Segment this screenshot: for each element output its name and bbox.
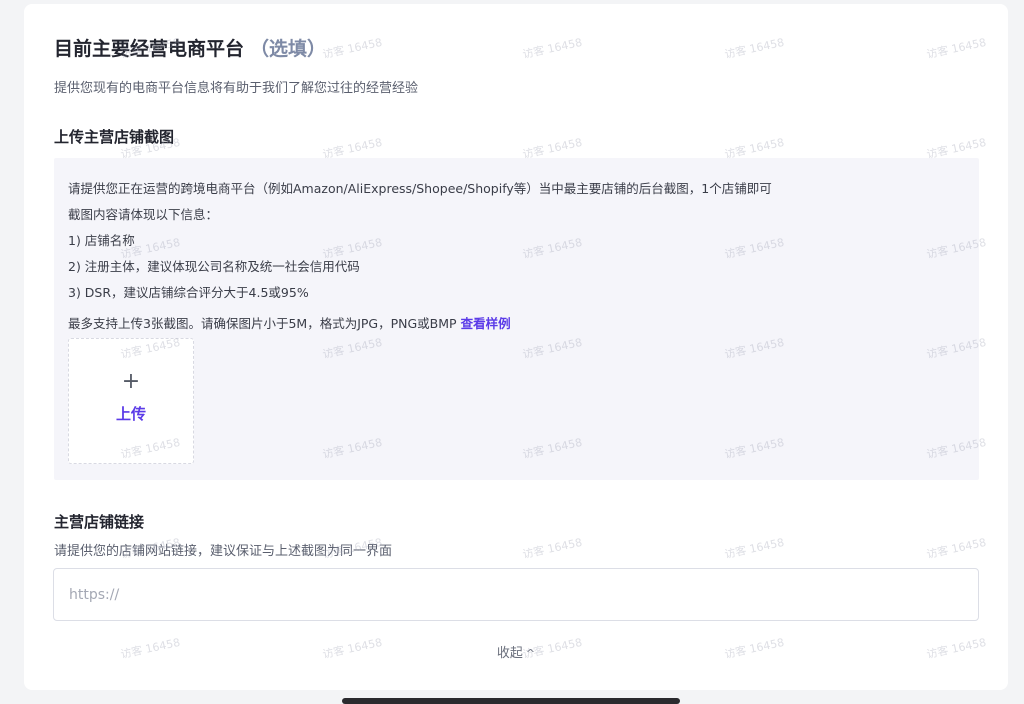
instruction-line: 1) 店铺名称	[68, 233, 135, 248]
store-link-description: 请提供您的店铺网站链接，建议保证与上述截图为同一界面	[54, 544, 393, 559]
collapse-label: 收起	[496, 646, 523, 661]
view-sample-link[interactable]: 查看样例	[461, 316, 511, 331]
store-link-section-title: 主营店铺链接	[54, 513, 145, 531]
page-title: 目前主要经营电商平台	[54, 38, 245, 60]
upload-limit-text: 最多支持上传3张截图。请确保图片小于5M，格式为JPG，PNG或BMP 查看样例	[68, 313, 511, 332]
store-url-input[interactable]	[53, 568, 979, 621]
collapse-toggle[interactable]: 收起 ^	[24, 642, 1008, 661]
instruction-line: 2) 注册主体，建议体现公司名称及统一社会信用代码	[68, 259, 360, 274]
optional-tag: （选填）	[250, 38, 327, 60]
upload-label: 上传	[115, 405, 146, 423]
upload-instructions-panel: 请提供您正在运营的跨境电商平台（例如Amazon/AliExpress/Shop…	[54, 158, 979, 480]
window-scroll-indicator	[342, 698, 680, 704]
page-subtitle: 提供您现有的电商平台信息将有助于我们了解您过往的经营经验	[54, 81, 419, 96]
store-info-card: 目前主要经营电商平台 （选填） 提供您现有的电商平台信息将有助于我们了解您过往的经…	[24, 4, 1008, 690]
chevron-up-icon: ^	[525, 647, 536, 660]
section-header: 目前主要经营电商平台 （选填）	[54, 34, 326, 61]
instruction-line: 3) DSR，建议店铺综合评分大于4.5或95%	[68, 285, 309, 300]
plus-icon: +	[121, 369, 141, 394]
screenshot-section-title: 上传主营店铺截图	[54, 128, 175, 146]
upload-limit-label: 最多支持上传3张截图。请确保图片小于5M，格式为JPG，PNG或BMP	[68, 316, 457, 331]
upload-button[interactable]: + 上传	[68, 338, 194, 464]
instruction-line: 截图内容请体现以下信息：	[68, 207, 219, 222]
instruction-line: 请提供您正在运营的跨境电商平台（例如Amazon/AliExpress/Shop…	[68, 181, 772, 196]
